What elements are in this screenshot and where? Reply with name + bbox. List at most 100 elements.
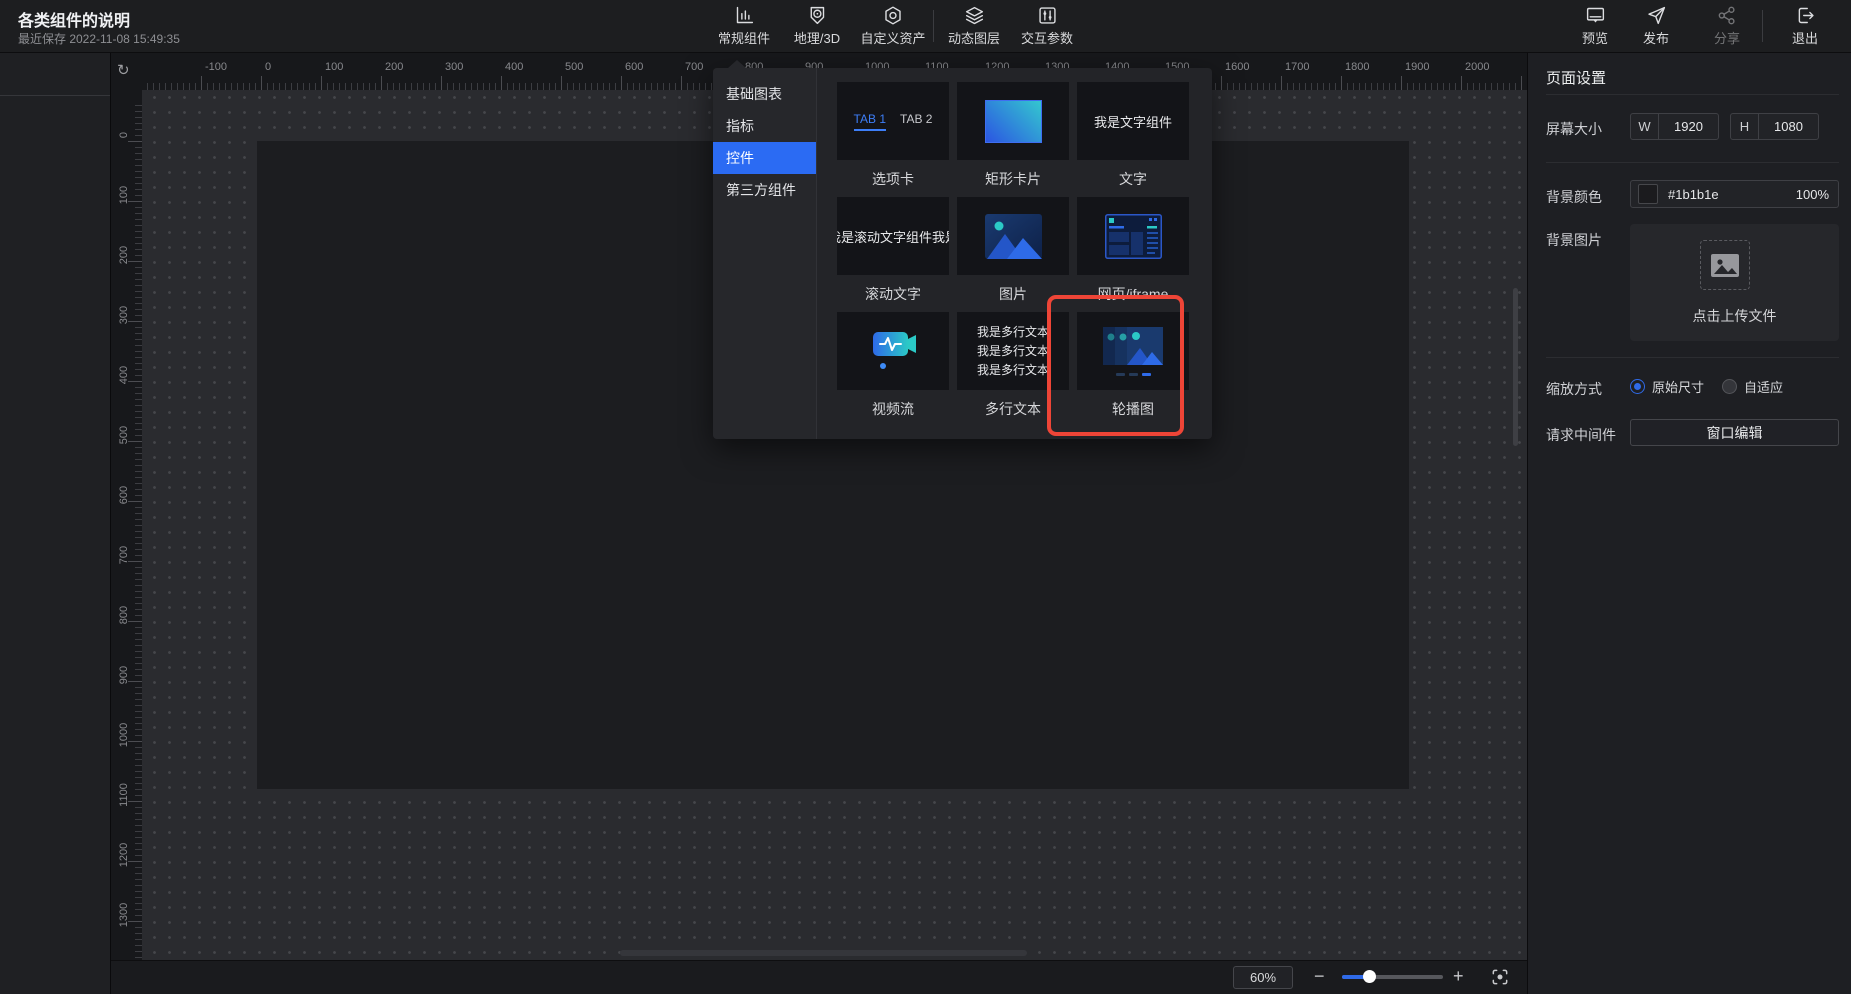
zoom-in-button[interactable]: +	[1453, 964, 1464, 988]
layers-icon	[963, 5, 984, 26]
bg-color-label: 背景颜色	[1546, 187, 1602, 207]
bg-image-upload[interactable]: 点击上传文件	[1630, 224, 1839, 341]
card-label: 选项卡	[837, 160, 949, 197]
page-settings-sidebar: 页面设置 屏幕大小 W 1920 H 1080 背景颜色 #1b1b1e 100…	[1527, 52, 1851, 994]
share-nodes-icon	[1716, 5, 1737, 26]
bottom-bar: 60% − +	[111, 960, 1527, 994]
middleware-label: 请求中间件	[1546, 425, 1616, 445]
preview-screen-icon	[1584, 5, 1605, 26]
left-panel-divider	[0, 95, 110, 96]
width-key: W	[1631, 114, 1659, 139]
toolbar-action-label: 发布	[1643, 28, 1669, 47]
toolbar-item-label: 交互参数	[1021, 28, 1073, 47]
color-opacity-value[interactable]: 100%	[1796, 187, 1829, 202]
radio-label: 自适应	[1744, 377, 1783, 396]
toolbar-item-geo-3d[interactable]: 地理/3D	[794, 5, 840, 47]
toolbar-item-label: 常规组件	[718, 28, 770, 47]
toolbar-item-label: 自定义资产	[860, 28, 925, 47]
bg-image-label: 背景图片	[1546, 230, 1602, 250]
bg-color-input[interactable]: #1b1b1e 100%	[1630, 180, 1839, 208]
scale-mode-options: 原始尺寸 自适应	[1630, 377, 1783, 396]
toolbar-item-common-components[interactable]: 常规组件	[718, 5, 770, 47]
zoom-slider-knob[interactable]	[1363, 970, 1376, 983]
radio-selected-icon[interactable]	[1630, 379, 1645, 394]
width-input[interactable]: W 1920	[1630, 113, 1719, 140]
toolbar-action-exit[interactable]: 退出	[1792, 5, 1818, 47]
radio-adaptive[interactable]: 自适应	[1722, 377, 1783, 396]
color-swatch[interactable]	[1638, 184, 1658, 204]
vertical-ruler: 0100200300400500600700800900100011001200…	[111, 52, 142, 960]
upload-dropzone[interactable]	[1700, 240, 1750, 290]
radio-label: 原始尺寸	[1652, 377, 1704, 396]
top-bar: 各类组件的说明 最近保存 2022-11-08 15:49:35 常规组件 地理…	[0, 0, 1851, 53]
panel-category-item[interactable]: 基础图表	[713, 78, 816, 110]
carousel-thumbnail-icon	[1102, 324, 1164, 378]
card-label: 多行文本	[957, 390, 1069, 427]
toolbar-action-label: 分享	[1714, 28, 1740, 47]
color-hex-value[interactable]: #1b1b1e	[1668, 187, 1796, 202]
webpage-thumbnail-icon	[1105, 214, 1162, 259]
component-card-tabs[interactable]: TAB 1 TAB 2 选项卡	[837, 82, 949, 197]
height-input[interactable]: H 1080	[1730, 113, 1819, 140]
component-card-multiline-text[interactable]: 我是多行文本 我是多行文本 我是多行文本 多行文本	[957, 312, 1069, 427]
panel-category-item[interactable]: 第三方组件	[713, 174, 816, 206]
card-label: 视频流	[837, 390, 949, 427]
component-card-rect[interactable]: 矩形卡片	[957, 82, 1069, 197]
zoom-slider[interactable]	[1342, 975, 1443, 979]
card-label: 网页/iframe	[1077, 275, 1189, 312]
sidebar-divider	[1546, 357, 1839, 358]
reset-view-icon[interactable]: ↻	[117, 61, 130, 79]
image-placeholder-icon	[1710, 253, 1740, 278]
scale-mode-label: 缩放方式	[1546, 379, 1602, 399]
toolbar-action-label: 预览	[1582, 28, 1608, 47]
gradient-rect-preview	[985, 100, 1042, 143]
toolbar-item-label: 地理/3D	[794, 28, 840, 47]
scrolling-text-preview: 我是滚动文字组件我是	[837, 227, 949, 246]
card-label: 轮播图	[1077, 390, 1189, 427]
text-preview: 我是文字组件	[1094, 112, 1172, 131]
component-card-image[interactable]: 图片	[957, 197, 1069, 312]
sidebar-title: 页面设置	[1546, 67, 1606, 88]
fit-screen-icon[interactable]	[1490, 967, 1510, 987]
toolbar-action-label: 退出	[1792, 28, 1818, 47]
tab1-preview: TAB 1	[854, 112, 886, 131]
zoom-out-button[interactable]: −	[1314, 964, 1325, 988]
sidebar-divider	[1546, 162, 1839, 163]
panel-category-item[interactable]: 指标	[713, 110, 816, 142]
component-card-text[interactable]: 我是文字组件 文字	[1077, 82, 1189, 197]
horizontal-scrollbar[interactable]	[620, 950, 1027, 956]
component-card-video-stream[interactable]: 视频流	[837, 312, 949, 427]
toolbar-action-publish[interactable]: 发布	[1643, 5, 1669, 47]
left-collapsed-panel[interactable]	[0, 52, 111, 994]
component-picker-panel: 基础图表指标控件第三方组件 TAB 1 TAB 2 选项卡 矩形卡片	[713, 68, 1212, 439]
component-card-scrolling-text[interactable]: 我是滚动文字组件我是 滚动文字	[837, 197, 949, 312]
sidebar-divider	[1546, 94, 1839, 95]
tab2-preview: TAB 2	[900, 112, 932, 131]
card-label: 文字	[1077, 160, 1189, 197]
toolbar-item-custom-assets[interactable]: 自定义资产	[860, 5, 925, 47]
component-cards-area: TAB 1 TAB 2 选项卡 矩形卡片 我是文字组件 文字 我是滚动文字组件我…	[817, 68, 1212, 439]
component-card-iframe[interactable]: 网页/iframe	[1077, 197, 1189, 312]
width-value[interactable]: 1920	[1659, 114, 1718, 139]
last-saved-text: 最近保存 2022-11-08 15:49:35	[18, 30, 180, 47]
exit-icon	[1794, 5, 1815, 26]
toolbar-action-share[interactable]: 分享	[1714, 5, 1740, 47]
card-label: 滚动文字	[837, 275, 949, 312]
zoom-level-input[interactable]: 60%	[1233, 966, 1293, 989]
editor-canvas[interactable]: -100010020030040050060070080090010001100…	[111, 52, 1527, 960]
radio-original-size[interactable]: 原始尺寸	[1630, 377, 1704, 396]
toolbar-item-interactive-params[interactable]: 交互参数	[1021, 5, 1073, 47]
screen-size-label: 屏幕大小	[1546, 119, 1602, 139]
card-label: 矩形卡片	[957, 160, 1069, 197]
window-edit-button[interactable]: 窗口编辑	[1630, 419, 1839, 446]
panel-category-item[interactable]: 控件	[713, 142, 816, 174]
vertical-scrollbar[interactable]	[1513, 288, 1518, 446]
toolbar-action-preview[interactable]: 预览	[1582, 5, 1608, 47]
component-card-carousel[interactable]: 轮播图	[1077, 312, 1189, 427]
project-title: 各类组件的说明	[18, 7, 130, 31]
radio-unselected-icon[interactable]	[1722, 379, 1737, 394]
height-value[interactable]: 1080	[1759, 114, 1818, 139]
image-thumbnail-icon	[985, 214, 1042, 259]
toolbar-item-dynamic-layers[interactable]: 动态图层	[948, 5, 1000, 47]
toolbar-item-label: 动态图层	[948, 28, 1000, 47]
